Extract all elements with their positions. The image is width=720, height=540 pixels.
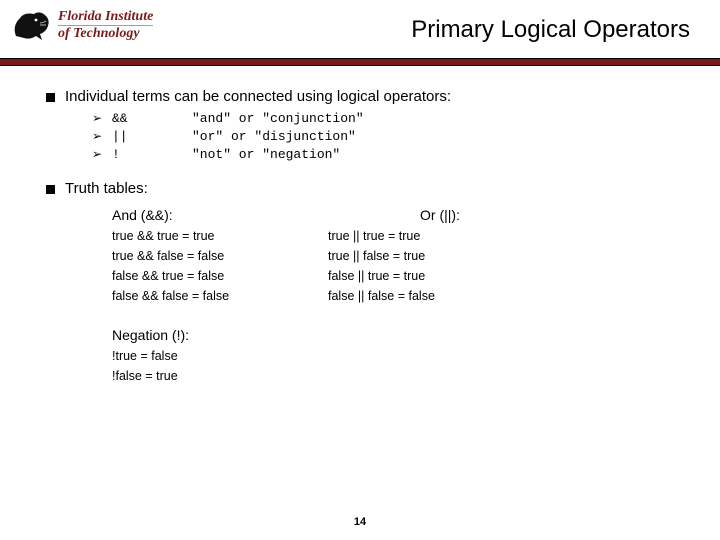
operator-list: ➢ && "and" or "conjunction" ➢ || "or" or… — [92, 111, 674, 162]
operator-symbol: && — [112, 111, 192, 126]
institution-logo: Florida Institute of Technology — [10, 6, 153, 46]
table-row: false && false = false — [112, 289, 312, 303]
operator-desc: "or" or "disjunction" — [192, 129, 356, 144]
table-row: false || true = true — [328, 269, 528, 283]
bullet-truth-tables: Truth tables: — [46, 180, 674, 197]
table-row: true && true = true — [112, 229, 312, 243]
and-table-title: And (&&): — [112, 207, 312, 223]
institution-line1: Florida Institute — [58, 10, 153, 24]
triangle-bullet-icon: ➢ — [92, 148, 104, 160]
table-row: true || false = true — [328, 249, 528, 263]
list-item: ➢ || "or" or "disjunction" — [92, 129, 674, 144]
operator-desc: "not" or "negation" — [192, 147, 340, 162]
page-number: 14 — [0, 516, 720, 528]
square-bullet-icon — [46, 185, 55, 194]
and-table: And (&&): true && true = true true && fa… — [112, 207, 312, 309]
operator-symbol: || — [112, 129, 192, 144]
square-bullet-icon — [46, 93, 55, 102]
truth-tables: And (&&): true && true = true true && fa… — [112, 207, 674, 309]
operator-symbol: ! — [112, 147, 192, 162]
bullet-truth-text: Truth tables: — [65, 180, 148, 197]
list-item: ➢ && "and" or "conjunction" — [92, 111, 674, 126]
bullet-intro: Individual terms can be connected using … — [46, 88, 674, 105]
triangle-bullet-icon: ➢ — [92, 130, 104, 142]
table-row: true && false = false — [112, 249, 312, 263]
or-table: Or (||): true || true = true true || fal… — [328, 207, 528, 309]
list-item: ➢ ! "not" or "negation" — [92, 147, 674, 162]
or-table-title: Or (||): — [328, 207, 528, 223]
institution-name: Florida Institute of Technology — [58, 10, 153, 41]
negation-table-title: Negation (!): — [112, 327, 674, 343]
slide-body: Individual terms can be connected using … — [0, 64, 720, 383]
header-divider — [0, 58, 720, 66]
table-row: false || false = false — [328, 289, 528, 303]
table-row: true || true = true — [328, 229, 528, 243]
operator-desc: "and" or "conjunction" — [192, 111, 364, 126]
panther-icon — [10, 6, 54, 46]
slide-header: Florida Institute of Technology Primary … — [0, 0, 720, 64]
triangle-bullet-icon: ➢ — [92, 112, 104, 124]
table-row: false && true = false — [112, 269, 312, 283]
table-row: !true = false — [112, 349, 674, 363]
bullet-intro-text: Individual terms can be connected using … — [65, 88, 451, 105]
institution-line2: of Technology — [58, 25, 153, 41]
table-row: !false = true — [112, 369, 674, 383]
page-title: Primary Logical Operators — [411, 16, 690, 44]
negation-table: Negation (!): !true = false !false = tru… — [112, 327, 674, 383]
